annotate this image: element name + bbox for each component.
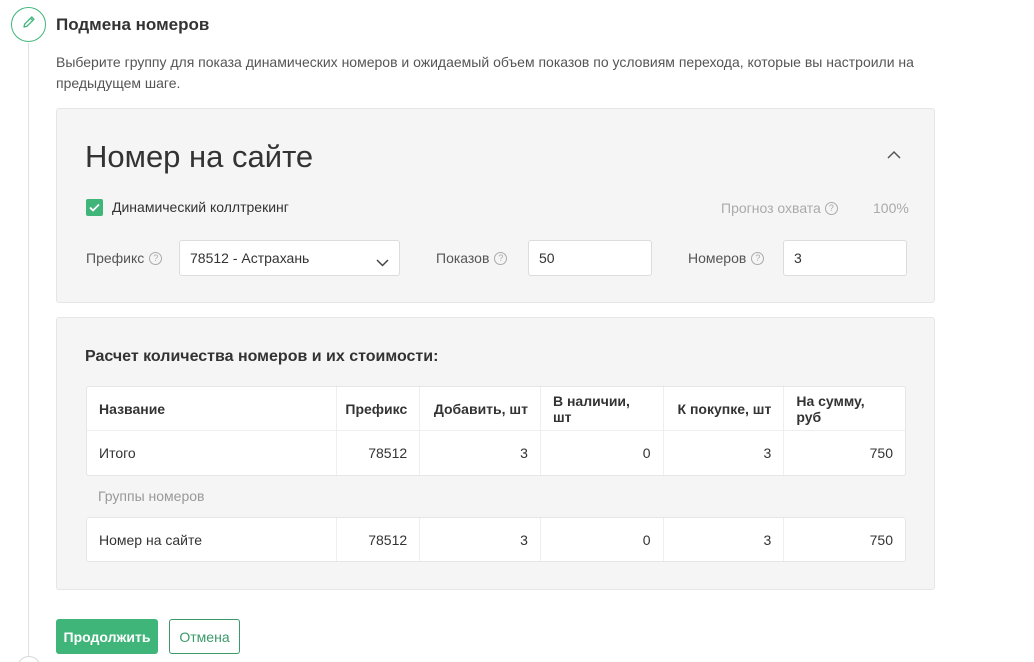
forecast-label: Прогноз охвата ?	[721, 200, 838, 216]
calculation-panel: Расчет количества номеров и их стоимости…	[56, 317, 935, 590]
column-header: Добавить, шт	[420, 387, 541, 430]
numbers-label-text: Номеров	[688, 250, 747, 266]
chevron-up-icon	[887, 146, 901, 164]
column-header: В наличии, шт	[541, 387, 664, 430]
table-cell: 0	[541, 518, 664, 561]
column-header: Название	[87, 387, 338, 430]
forecast-label-text: Прогноз охвата	[721, 200, 821, 216]
step-icon-circle	[11, 7, 46, 42]
shows-label-text: Показов	[436, 250, 490, 266]
table-cell: 78512	[337, 518, 421, 561]
site-number-panel: Номер на сайте Динамический коллтрекинг …	[56, 108, 935, 303]
table-cell: 3	[420, 518, 541, 561]
continue-button[interactable]: Продолжить	[56, 619, 158, 654]
numbers-input-value: 3	[794, 250, 802, 266]
table-cell: 750	[869, 445, 893, 461]
panel-title: Номер на сайте	[85, 139, 314, 174]
step-connector-line	[28, 43, 29, 662]
column-header: Префикс	[337, 387, 421, 430]
step-description: Выберите группу для показа динамических …	[56, 54, 914, 91]
question-circle-icon[interactable]: ?	[149, 251, 163, 265]
table-cell: 3	[664, 431, 785, 475]
summary-table: Название Префикс Добавить, шт В наличии,…	[86, 386, 906, 476]
dynamic-calltracking-checkbox[interactable]	[86, 199, 103, 216]
table-cell: 3	[664, 518, 785, 561]
collapse-button[interactable]	[884, 145, 904, 165]
shows-input-value: 50	[539, 250, 555, 266]
forecast-value: 100%	[873, 200, 909, 216]
pencil-icon	[21, 14, 37, 35]
table-cell: Итого	[87, 431, 338, 475]
shows-label: Показов ?	[436, 250, 508, 266]
prefix-select-value: 78512 - Астрахань	[190, 250, 310, 266]
table-cell: Номер на сайте	[87, 518, 338, 561]
table-cell: 3	[420, 431, 541, 475]
table-row: Итого 78512 3 0 3 750	[87, 431, 905, 475]
groups-label: Группы номеров	[98, 488, 205, 504]
question-circle-icon[interactable]: ?	[824, 201, 838, 215]
shows-input[interactable]: 50	[528, 240, 652, 276]
chevron-down-icon	[376, 254, 389, 270]
check-icon	[89, 199, 100, 217]
next-step-circle	[17, 656, 41, 662]
dynamic-calltracking-label[interactable]: Динамический коллтрекинг	[112, 199, 289, 215]
prefix-select[interactable]: 78512 - Астрахань	[179, 240, 400, 276]
numbers-input[interactable]: 3	[783, 240, 907, 276]
table-cell: 78512	[337, 431, 421, 475]
question-circle-icon[interactable]: ?	[494, 251, 508, 265]
numbers-label: Номеров ?	[688, 250, 765, 266]
table-cell: 0	[541, 431, 664, 475]
column-header: К покупке, шт	[664, 387, 785, 430]
column-header: На сумму, руб	[796, 392, 865, 425]
groups-table: Номер на сайте 78512 3 0 3 750	[86, 517, 906, 562]
table-cell: 750	[869, 532, 893, 548]
table-header-row: Название Префикс Добавить, шт В наличии,…	[87, 387, 905, 431]
question-circle-icon[interactable]: ?	[751, 251, 765, 265]
prefix-label: Префикс ?	[86, 250, 163, 266]
prefix-label-text: Префикс	[86, 250, 145, 266]
cancel-button[interactable]: Отмена	[169, 619, 240, 654]
calculation-title: Расчет количества номеров и их стоимости…	[85, 348, 439, 365]
step-title: Подмена номеров	[56, 15, 210, 34]
table-row: Номер на сайте 78512 3 0 3 750	[87, 518, 905, 561]
